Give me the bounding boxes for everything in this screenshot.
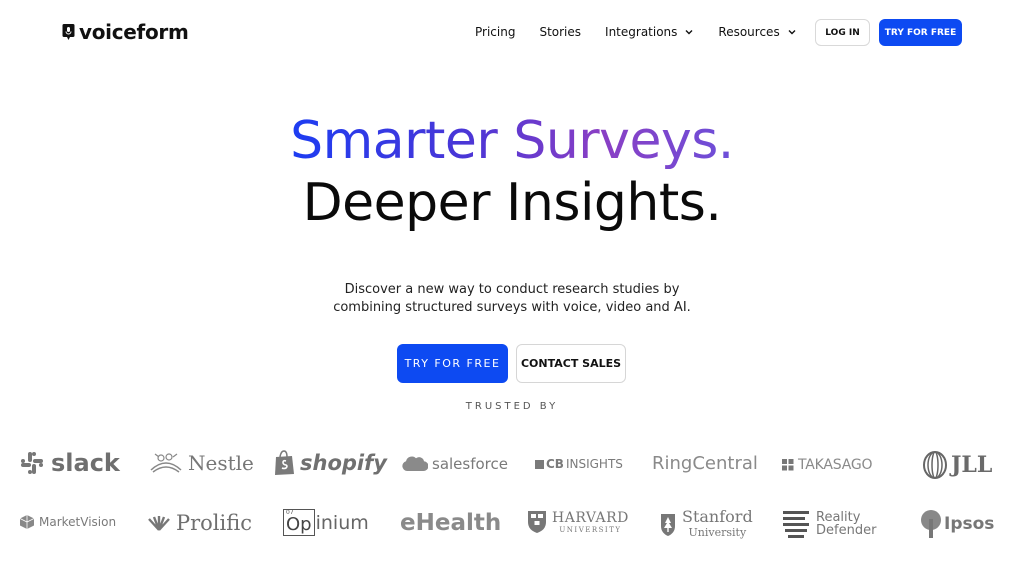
ringcentral-logo-text: RingCentral — [652, 453, 758, 474]
prolific-logo: Prolific — [147, 511, 252, 535]
try-for-free-nav-button[interactable]: TRY FOR FREE — [879, 19, 962, 46]
chevron-down-icon — [788, 30, 796, 35]
nestle-logo: Nestle — [147, 450, 254, 476]
opinium-boxed-mark: 07 Op — [283, 509, 315, 536]
ipsos-tree-icon — [921, 510, 941, 538]
ehealth-logo: eHealth — [400, 510, 501, 536]
stanford-logo: Stanford University — [659, 509, 753, 538]
ipsos-logo-text: Ipsos — [944, 514, 995, 534]
prolific-fan-icon — [148, 516, 170, 531]
takasago-grid-icon — [782, 459, 794, 471]
nestle-logo-text: Nestle — [188, 451, 254, 475]
cbinsights-logo-cb: CB — [546, 457, 564, 471]
reality-defender-stripes-icon — [783, 511, 809, 538]
harvard-logo-sub: UNIVERSITY — [559, 525, 622, 534]
slack-logo-text: slack — [51, 449, 120, 477]
opinium-logo-text: inium — [315, 511, 369, 534]
hero-headline-line2: Deeper Insights. — [302, 173, 722, 233]
harvard-wordmark: HARVARD UNIVERSITY — [552, 511, 629, 534]
microphone-icon — [62, 24, 75, 40]
shopping-bag-icon — [275, 450, 294, 475]
stanford-logo-name: Stanford — [682, 507, 753, 526]
nav-link-integrations[interactable]: Integrations — [605, 25, 694, 39]
harvard-shield-icon — [528, 511, 546, 533]
stanford-logo-sub: University — [688, 526, 747, 539]
reality-defender-logo: Reality Defender — [782, 509, 876, 539]
chevron-down-icon — [685, 30, 693, 35]
brand-logo[interactable]: voiceform — [62, 20, 189, 44]
hero-headline-gradient-text: Smarter Surveys. — [290, 111, 734, 171]
trusted-by-label: TRUSTED BY — [465, 401, 559, 412]
nav-link-stories[interactable]: Stories — [539, 25, 581, 39]
hero-subtext-line1: Discover a new way to conduct research s… — [344, 282, 680, 297]
contact-sales-button[interactable]: CONTACT SALES — [516, 344, 626, 383]
nav-link-resources[interactable]: Resources — [718, 25, 796, 39]
reality-defender-line2: Defender — [816, 523, 877, 538]
ehealth-logo-text: eHealth — [400, 510, 502, 536]
marketvision-cube-icon — [19, 515, 35, 529]
ipsos-logo: Ipsos — [920, 509, 994, 539]
hero-headline-line1: Smarter Surveys. — [0, 110, 1024, 172]
hero-subtext-line2: combining structured surveys with voice,… — [333, 300, 691, 315]
top-navigation: voiceform Pricing Stories Integrations R… — [0, 0, 1024, 66]
cbinsights-logo-text: INSIGHTS — [565, 457, 623, 471]
harvard-logo: HARVARD UNIVERSITY — [527, 510, 629, 534]
takasago-logo-text: TAKASAGO — [798, 457, 873, 473]
login-button[interactable]: LOG IN — [815, 19, 870, 46]
nav-links: Pricing Stories Integrations Resources — [475, 25, 821, 39]
reality-defender-wordmark: Reality Defender — [816, 511, 876, 537]
brand-name: voiceform — [79, 20, 189, 44]
cloud-icon — [402, 456, 428, 472]
nav-link-label: Pricing — [475, 25, 516, 39]
marketvision-logo-text: MarketVision — [39, 515, 117, 529]
opinium-logo: 07 Op inium — [283, 509, 369, 536]
opinium-logo-op: Op — [286, 514, 312, 535]
stanford-tree-icon — [661, 513, 675, 536]
stanford-wordmark: Stanford University — [682, 507, 753, 539]
slack-hash-icon — [21, 452, 43, 474]
nav-link-label: Integrations — [605, 25, 678, 39]
jll-logo-text: JLL — [951, 452, 993, 478]
jll-logo: JLL — [922, 450, 992, 480]
cbinsights-logo: CB INSIGHTS — [535, 457, 623, 471]
takasago-logo: TAKASAGO — [782, 457, 873, 473]
salesforce-logo-text: salesforce — [432, 455, 508, 473]
prolific-logo-text: Prolific — [176, 511, 253, 535]
jll-ring-icon — [923, 451, 947, 479]
hero-subtext: Discover a new way to conduct research s… — [0, 281, 1024, 317]
nav-link-pricing[interactable]: Pricing — [475, 25, 515, 39]
nest-birds-icon — [150, 453, 182, 473]
harvard-logo-name: HARVARD — [552, 509, 629, 526]
nav-link-label: Stories — [539, 25, 582, 39]
ringcentral-logo: RingCentral — [652, 453, 758, 474]
try-for-free-hero-button[interactable]: TRY FOR FREE — [397, 344, 508, 383]
nav-link-label: Resources — [718, 25, 780, 39]
shopify-logo: shopify — [273, 450, 387, 476]
shopify-logo-text: shopify — [300, 451, 387, 475]
cb-square-icon — [535, 459, 544, 469]
slack-logo: slack — [19, 449, 120, 477]
salesforce-logo: salesforce — [400, 454, 508, 474]
marketvision-logo: MarketVision — [19, 514, 116, 530]
